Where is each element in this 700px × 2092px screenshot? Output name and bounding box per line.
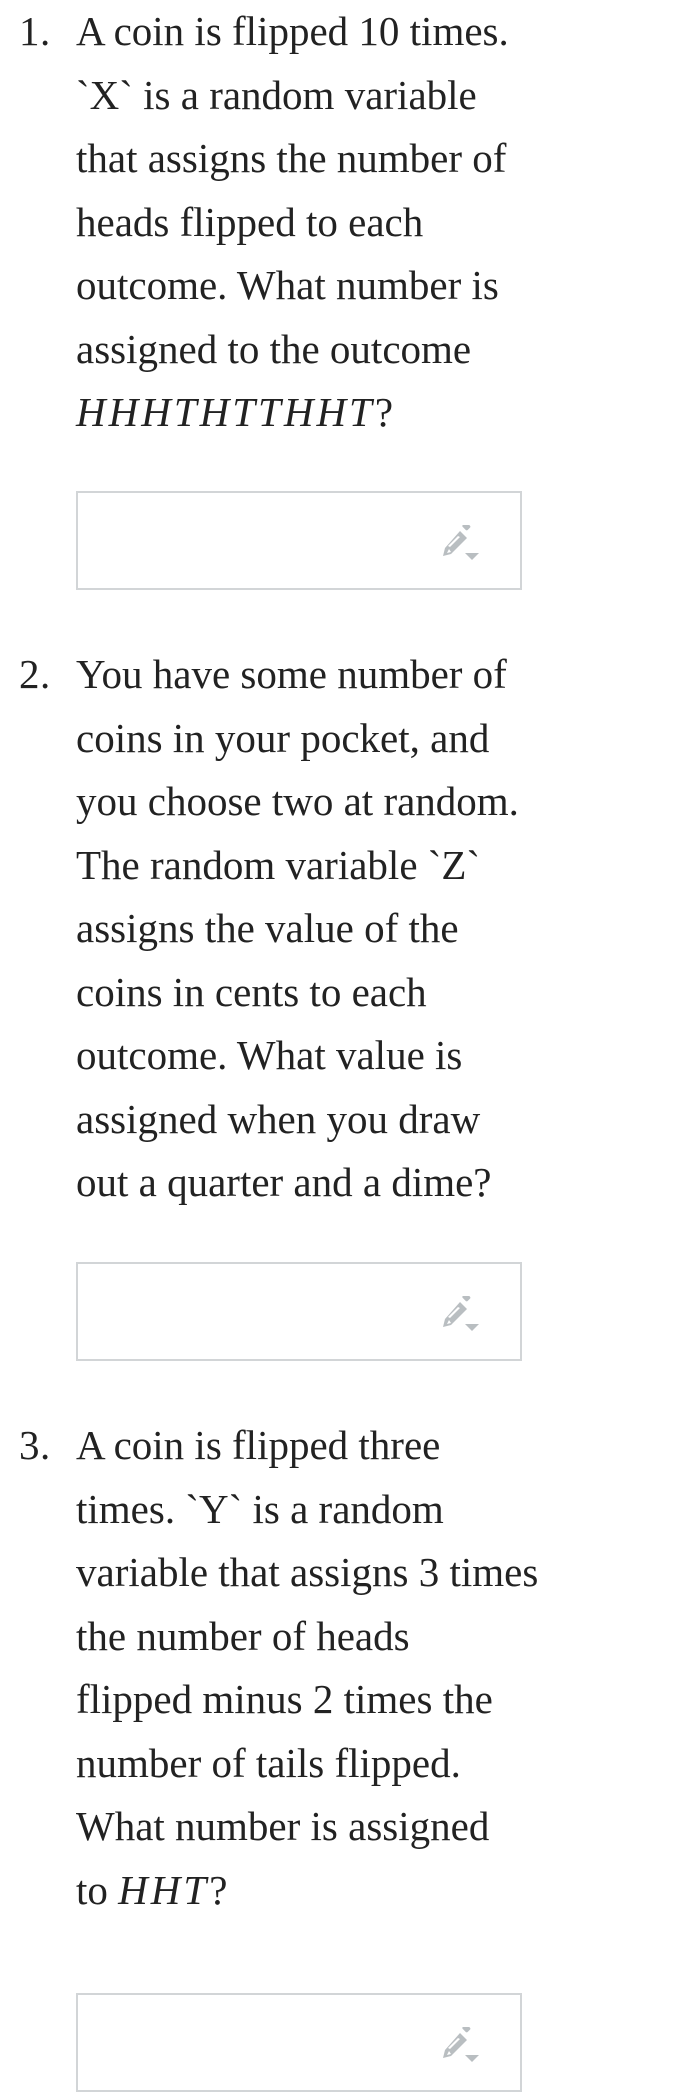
question-line: HHHTHTTHHT? <box>76 381 596 445</box>
question-line: The random variable `Z` <box>76 841 481 888</box>
question-line: coins in your pocket, and <box>76 714 490 761</box>
answer-input-2[interactable] <box>76 1262 522 1361</box>
question-text: A coin is flipped three times. `Y` is a … <box>76 1414 596 1922</box>
question-line: heads flipped to each <box>76 198 424 245</box>
question-line: outcome. What value is <box>76 1032 463 1078</box>
math-outcome: HHT <box>118 1866 210 1913</box>
question-line: assigned when you draw <box>76 1095 481 1142</box>
question-line: you choose two at random. <box>76 778 519 824</box>
question-number: 1. <box>19 8 51 54</box>
pencil-dropdown-icon[interactable] <box>440 1296 482 1332</box>
question-line: assigned to the outcome <box>76 325 472 372</box>
answer-input-1[interactable] <box>76 491 522 590</box>
question-number: 3. <box>19 1422 51 1468</box>
question-line: coins in cents to each <box>76 968 427 1015</box>
question-line: times. `Y` is a random <box>76 1485 444 1532</box>
question-line: out a quarter and a dime? <box>76 1159 492 1205</box>
question-text: You have some number of coins in your po… <box>76 643 596 1215</box>
question-line: variable that assigns 3 times <box>76 1549 539 1595</box>
question-line: `X` is a random variable <box>76 71 477 118</box>
question-line: the number of heads <box>76 1612 410 1659</box>
question-line: What number is assigned <box>76 1803 490 1849</box>
question-number: 2. <box>19 651 51 697</box>
question-line: A coin is flipped three <box>76 1422 441 1468</box>
question-line: A coin is flipped 10 times. <box>76 8 509 54</box>
line-suffix: ? <box>374 389 394 435</box>
math-outcome: HHHTHTTHHT <box>76 389 375 435</box>
question-line: to HHT? <box>76 1859 596 1923</box>
pencil-dropdown-icon[interactable] <box>440 2027 482 2063</box>
line-suffix: ? <box>209 1866 228 1913</box>
question-line: You have some number of <box>76 651 507 697</box>
line-prefix: to <box>76 1866 119 1913</box>
question-line: assigns the value of the <box>76 905 459 951</box>
question-text: A coin is flipped 10 times. `X` is a ran… <box>76 0 596 445</box>
question-line: outcome. What number is <box>76 262 499 308</box>
pencil-dropdown-icon[interactable] <box>440 525 482 561</box>
question-line: number of tails flipped. <box>76 1739 461 1786</box>
question-line: flipped minus 2 times the <box>76 1676 493 1722</box>
answer-input-3[interactable] <box>76 1993 522 2092</box>
question-line: that assigns the number of <box>76 135 507 181</box>
